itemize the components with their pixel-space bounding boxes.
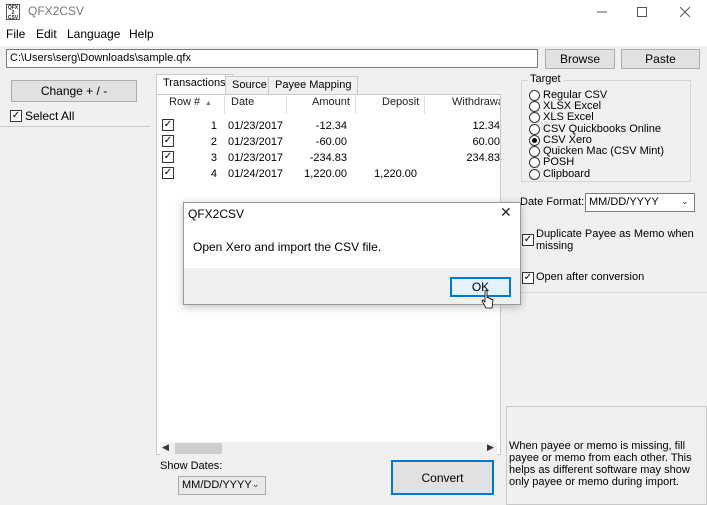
row-checkbox[interactable]: ✓ [162,119,174,131]
radio-csv-quickbooks-online[interactable] [529,124,540,135]
close-icon[interactable] [663,0,707,24]
sort-ascending-icon: ▲ [205,100,212,107]
cell-withdrawal: 60.00 [472,136,500,148]
paste-button[interactable]: Paste [621,49,700,69]
select-all-label: Select All [25,109,75,123]
browse-button[interactable]: Browse [545,49,615,69]
close-icon[interactable]: ✕ [500,204,512,221]
column-header-deposit[interactable]: Deposit [382,96,419,108]
radio-label[interactable]: XLS Excel [543,111,594,123]
duplicate-payee-checkbox[interactable]: ✓ [522,234,534,246]
cell-amount: -12.34 [315,120,347,132]
cell-withdrawal: 12.34 [472,120,500,132]
cell-withdrawal: 234.83 [466,152,500,164]
menu-edit[interactable]: Edit [36,27,57,41]
row-checkbox[interactable]: ✓ [162,167,174,179]
radio-xls-excel[interactable] [529,112,540,123]
file-path-input[interactable]: C:\Users\serg\Downloads\sample.qfx [6,49,538,68]
minimize-icon[interactable] [580,0,624,24]
duplicate-payee-label: Duplicate Payee as Memo when missing [536,228,694,252]
divider [507,292,707,293]
radio-regular-csv[interactable] [529,90,540,101]
menu-file[interactable]: File [6,27,25,41]
cell-row: 2 [210,136,217,148]
tab-transactions[interactable]: Transactions [156,74,233,94]
column-separator [224,96,225,114]
cell-date: 01/23/2017 [228,120,284,132]
dialog-title: QFX2CSV [188,207,245,221]
cell-deposit: 1,220.00 [374,168,417,180]
radio-label[interactable]: POSH [543,156,574,168]
open-after-conversion-checkbox[interactable]: ✓ [522,272,534,284]
chevron-down-icon[interactable]: ⌄ [681,196,689,207]
maximize-icon[interactable] [620,0,664,24]
scroll-left-icon[interactable]: ◀ [162,442,169,453]
target-legend: Target [528,73,563,85]
open-after-conversion-label: Open after conversion [536,271,645,283]
column-header-row[interactable]: Row # [169,96,200,108]
cell-row: 4 [210,168,217,180]
column-header-amount[interactable]: Amount [312,96,350,108]
column-separator [286,96,287,114]
show-dates-label: Show Dates: [160,460,223,472]
app-icon: QFX 2 CSV [6,4,20,21]
tab-source[interactable]: Source [225,76,274,94]
tab-payee-mapping[interactable]: Payee Mapping [268,76,359,94]
mouse-cursor-icon [481,289,495,313]
column-separator [424,96,425,114]
radio-posh[interactable] [529,157,540,168]
date-format-select[interactable]: MM/DD/YYYY [585,193,695,212]
radio-label[interactable]: Clipboard [543,168,590,180]
chevron-down-icon[interactable]: ⌄ [252,479,260,490]
scroll-right-icon[interactable]: ▶ [487,442,494,453]
window-title: QFX2CSV [28,4,85,18]
row-checkbox[interactable]: ✓ [162,135,174,147]
dialog-message: Open Xero and import the CSV file. [193,240,382,254]
cell-date: 01/24/2017 [228,168,284,180]
cell-amount: 1,220.00 [304,168,347,180]
convert-button[interactable]: Convert [391,460,494,495]
cell-row: 3 [210,152,217,164]
radio-quicken-mac[interactable] [529,146,540,157]
menu-language[interactable]: Language [67,27,120,41]
radio-xlsx-excel[interactable] [529,101,540,112]
radio-csv-xero[interactable] [529,135,540,146]
help-text: When payee or memo is missing, fill paye… [509,440,692,488]
column-separator [355,96,356,114]
cell-date: 01/23/2017 [228,136,284,148]
menu-help[interactable]: Help [129,27,154,41]
cell-amount: -60.00 [315,136,347,148]
column-header-date[interactable]: Date [231,96,254,108]
column-header-withdrawal[interactable]: Withdrawal [452,96,500,108]
scrollbar-thumb[interactable] [175,443,222,454]
divider [0,126,150,127]
row-checkbox[interactable]: ✓ [162,151,174,163]
select-all-checkbox[interactable]: ✓ [10,110,22,122]
cell-row: 1 [210,120,217,132]
radio-clipboard[interactable] [529,169,540,180]
date-format-label: Date Format: [520,196,585,208]
change-sign-button[interactable]: Change + / - [11,80,137,102]
cell-amount: -234.83 [309,152,347,164]
cell-date: 01/23/2017 [228,152,284,164]
